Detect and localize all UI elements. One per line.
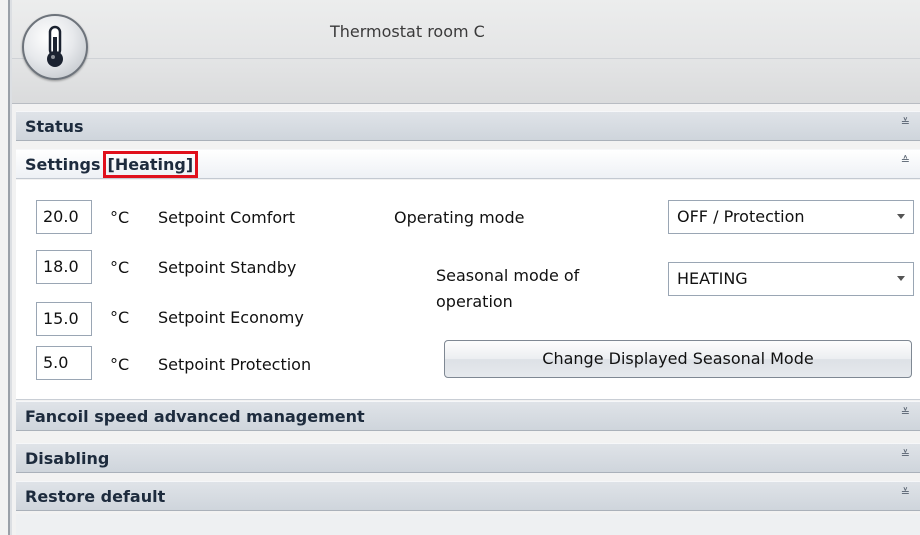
setpoint-comfort-input[interactable]: 20.0 bbox=[36, 200, 92, 234]
window-title: Thermostat room C bbox=[330, 22, 485, 41]
setpoint-economy-label: Setpoint Economy bbox=[158, 308, 304, 327]
section-disabling-label: Disabling bbox=[25, 449, 110, 468]
app-menu-button[interactable] bbox=[22, 14, 88, 80]
change-seasonal-mode-button[interactable]: Change Displayed Seasonal Mode bbox=[444, 340, 912, 378]
thermostat-window: Thermostat room C Status ≚ Settings [Heat… bbox=[0, 0, 920, 535]
setpoint-protection-label: Setpoint Protection bbox=[158, 355, 312, 374]
unit-label: °C bbox=[110, 355, 130, 374]
thermometer-icon bbox=[47, 25, 63, 67]
section-settings-header[interactable]: Settings [Heating] ≙ bbox=[16, 149, 920, 179]
collapse-chevron-icon: ≙ bbox=[900, 154, 910, 167]
operating-mode-value: OFF / Protection bbox=[677, 207, 805, 226]
dropdown-arrow-icon bbox=[897, 214, 905, 219]
section-restore-label: Restore default bbox=[25, 487, 166, 506]
seasonal-mode-value: HEATING bbox=[677, 269, 748, 288]
unit-label: °C bbox=[110, 208, 130, 227]
setpoint-economy-input[interactable]: 15.0 bbox=[36, 302, 92, 336]
setpoint-standby-label: Setpoint Standby bbox=[158, 258, 297, 277]
window-bottom-area bbox=[16, 514, 920, 535]
operating-mode-label: Operating mode bbox=[394, 208, 525, 227]
expand-chevron-icon: ≚ bbox=[900, 448, 910, 461]
dropdown-arrow-icon bbox=[897, 276, 905, 281]
section-restore-header[interactable]: Restore default ≚ bbox=[16, 481, 920, 511]
title-bar bbox=[12, 0, 920, 104]
seasonal-mode-label-line1: Seasonal mode of bbox=[436, 266, 580, 285]
expand-chevron-icon: ≚ bbox=[900, 116, 910, 129]
section-settings-label: Settings bbox=[25, 155, 101, 174]
title-separator bbox=[12, 58, 920, 59]
setpoint-comfort-label: Setpoint Comfort bbox=[158, 208, 295, 227]
section-disabling-header[interactable]: Disabling ≚ bbox=[16, 443, 920, 473]
unit-label: °C bbox=[110, 258, 130, 277]
section-status-header[interactable]: Status ≚ bbox=[16, 111, 920, 141]
section-fancoil-label: Fancoil speed advanced management bbox=[25, 407, 365, 426]
operating-mode-select[interactable]: OFF / Protection bbox=[668, 200, 914, 234]
heating-mode-tag: [Heating] bbox=[102, 151, 199, 178]
expand-chevron-icon: ≚ bbox=[900, 486, 910, 499]
seasonal-mode-label-line2: operation bbox=[436, 292, 513, 311]
setpoint-standby-input[interactable]: 18.0 bbox=[36, 250, 92, 284]
setpoint-protection-input[interactable]: 5.0 bbox=[36, 346, 92, 380]
seasonal-mode-select[interactable]: HEATING bbox=[668, 262, 914, 296]
unit-label: °C bbox=[110, 308, 130, 327]
section-status-label: Status bbox=[25, 117, 84, 136]
section-fancoil-header[interactable]: Fancoil speed advanced management ≚ bbox=[16, 401, 920, 431]
expand-chevron-icon: ≚ bbox=[900, 406, 910, 419]
